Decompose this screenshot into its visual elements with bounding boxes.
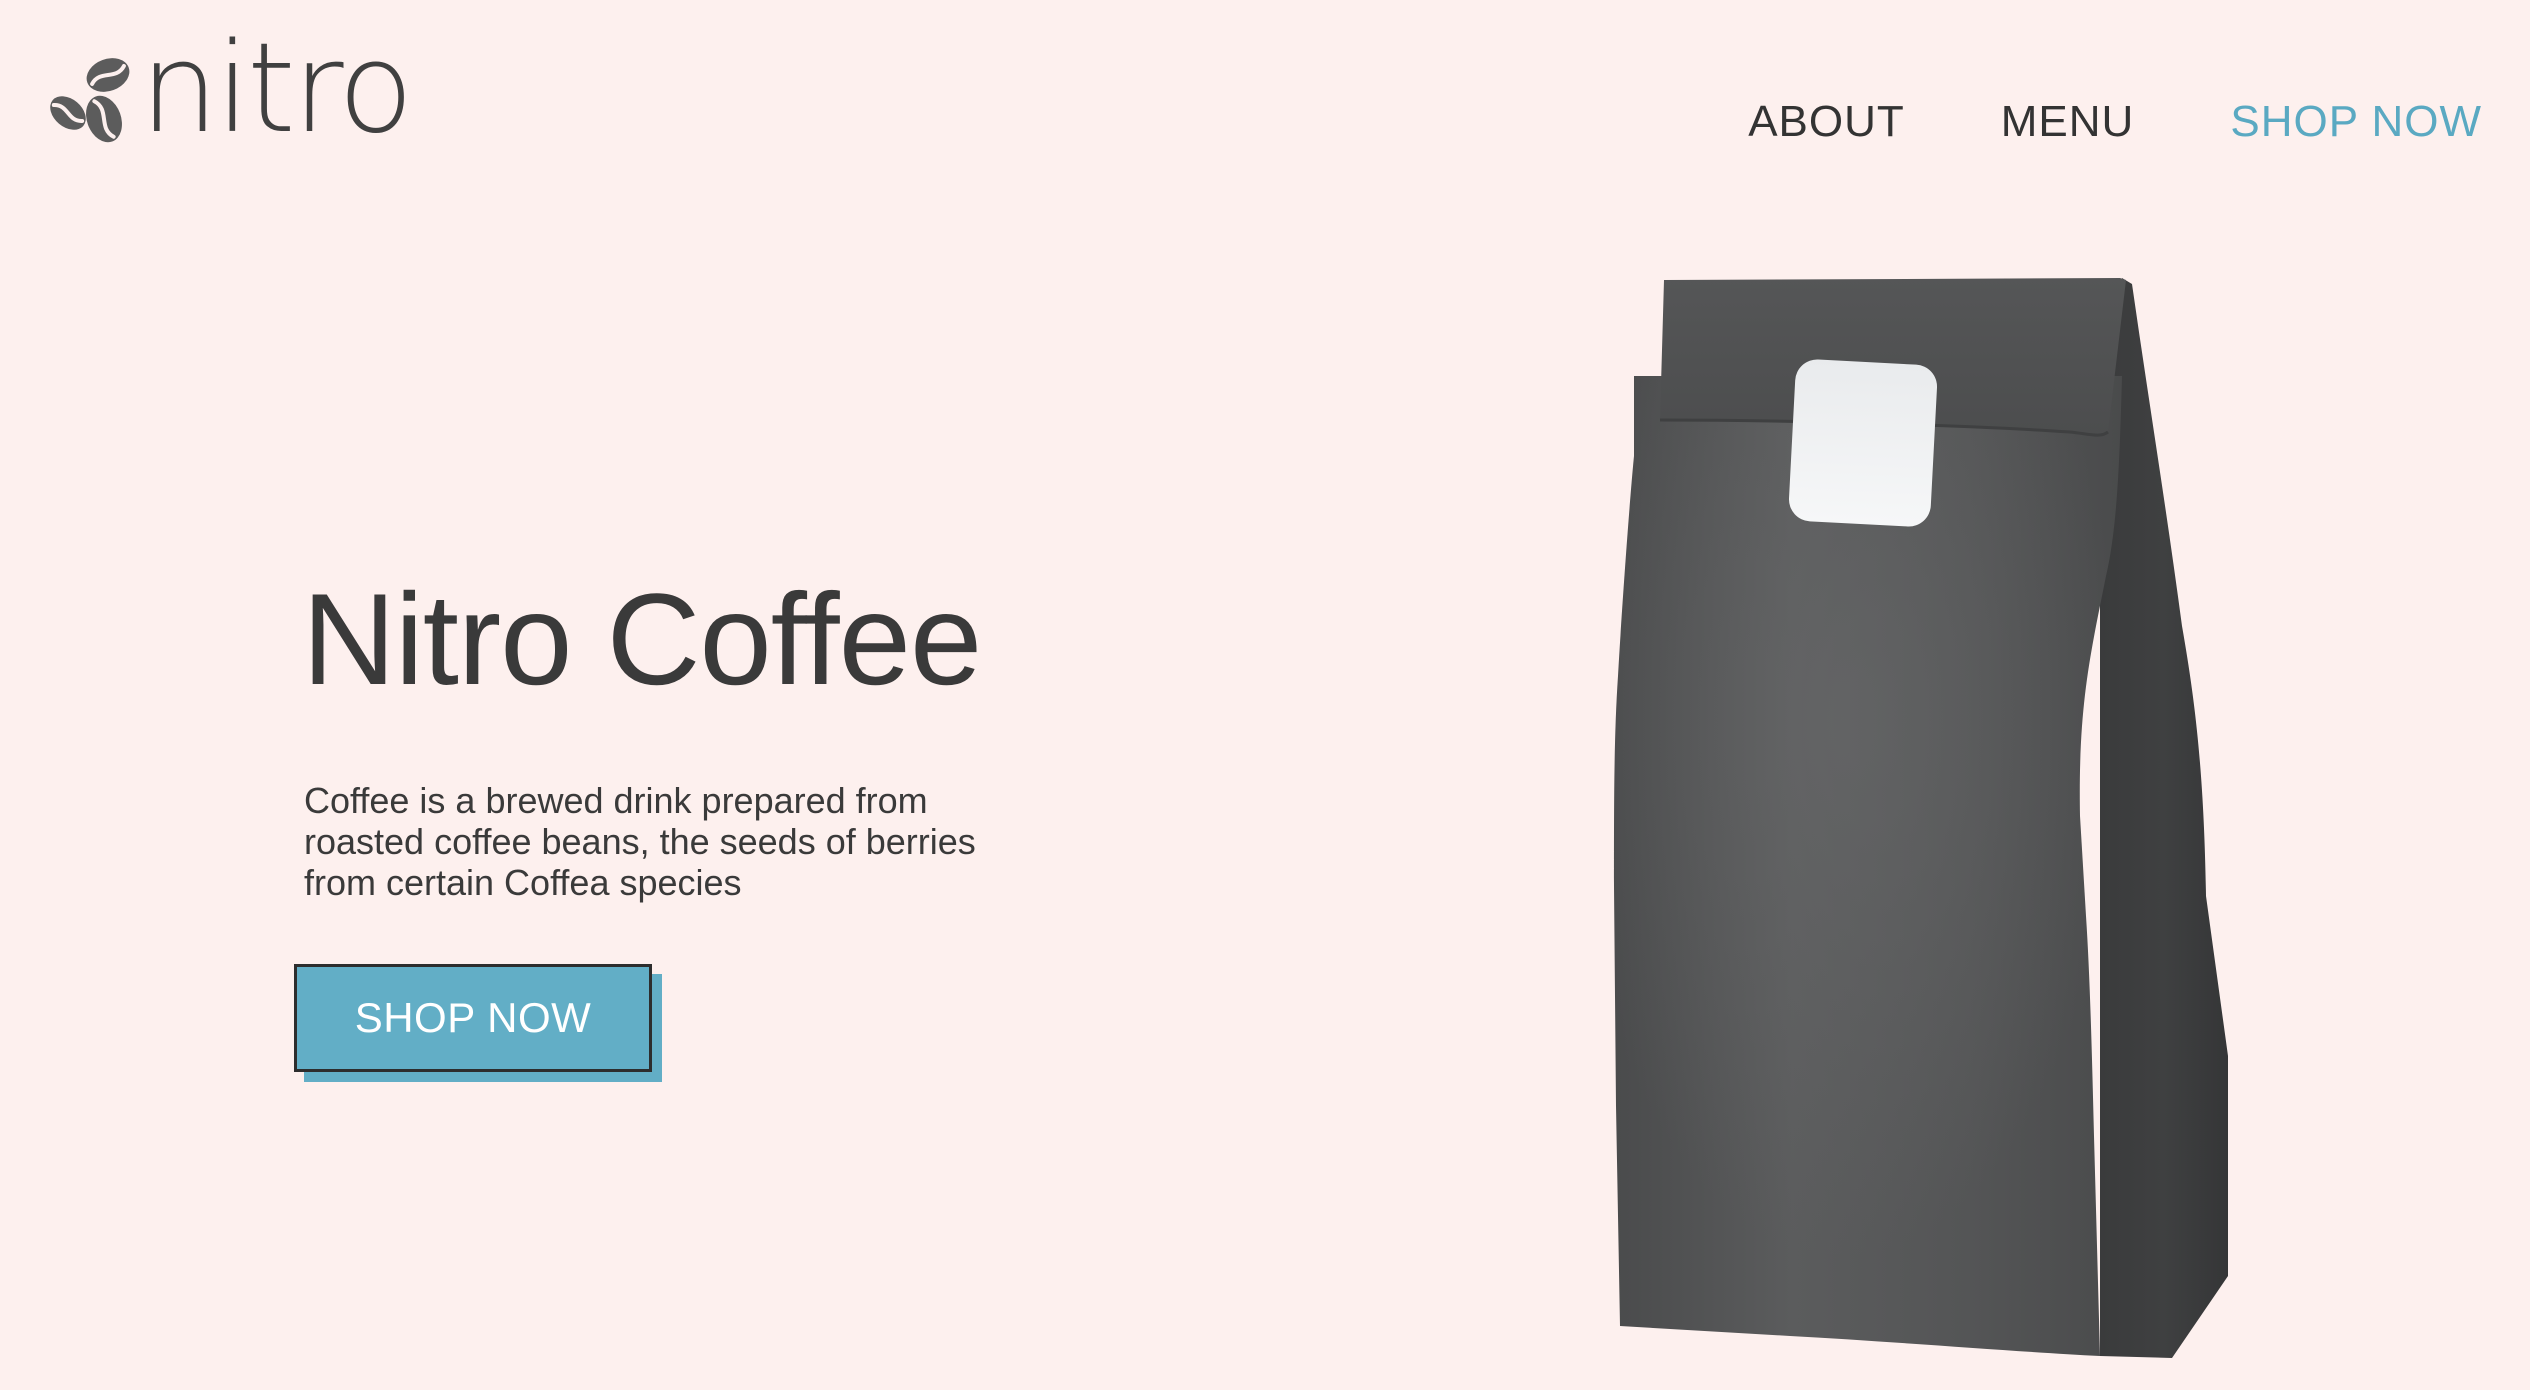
hero-title: Nitro Coffee — [302, 566, 982, 712]
nav-shop-now-link[interactable]: SHOP NOW — [2230, 100, 2482, 144]
shop-now-button[interactable]: SHOP NOW — [294, 964, 652, 1072]
nav-menu-link[interactable]: MENU — [2001, 100, 2135, 144]
brand-name: nitro — [140, 17, 414, 161]
coffee-beans-icon — [50, 58, 130, 143]
hero-cta: SHOP NOW — [294, 964, 664, 1086]
nav-about-link[interactable]: ABOUT — [1748, 100, 1905, 144]
brand-logo[interactable]: nitro — [48, 17, 414, 161]
coffee-bag-image — [1600, 276, 2240, 1376]
hero-description: Coffee is a brewed drink prepared from r… — [304, 780, 976, 903]
main-nav: ABOUT MENU SHOP NOW — [1652, 100, 2482, 144]
coffee-bag-icon — [1614, 278, 2228, 1358]
landing-page: nitro ABOUT MENU SHOP NOW Nitro Coffee C… — [0, 0, 2530, 1390]
